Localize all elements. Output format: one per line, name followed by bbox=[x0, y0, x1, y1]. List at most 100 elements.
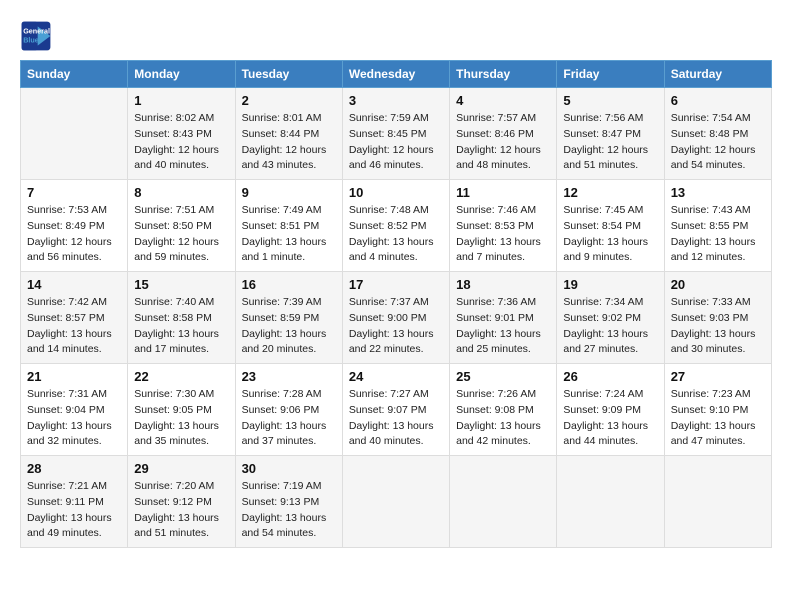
calendar-cell bbox=[664, 456, 771, 548]
day-info: Sunrise: 7:40 AMSunset: 8:58 PMDaylight:… bbox=[134, 295, 228, 358]
calendar-cell: 28 Sunrise: 7:21 AMSunset: 9:11 PMDayligh… bbox=[21, 456, 128, 548]
calendar-cell: 30 Sunrise: 7:19 AMSunset: 9:13 PMDayligh… bbox=[235, 456, 342, 548]
day-number: 18 bbox=[456, 277, 550, 292]
day-info: Sunrise: 7:45 AMSunset: 8:54 PMDaylight:… bbox=[563, 203, 657, 266]
calendar-cell: 15 Sunrise: 7:40 AMSunset: 8:58 PMDayligh… bbox=[128, 272, 235, 364]
day-number: 23 bbox=[242, 369, 336, 384]
weekday-header: Saturday bbox=[664, 61, 771, 88]
calendar-table: SundayMondayTuesdayWednesdayThursdayFrid… bbox=[20, 60, 772, 548]
calendar-cell: 26 Sunrise: 7:24 AMSunset: 9:09 PMDayligh… bbox=[557, 364, 664, 456]
day-info: Sunrise: 7:46 AMSunset: 8:53 PMDaylight:… bbox=[456, 203, 550, 266]
calendar-cell: 23 Sunrise: 7:28 AMSunset: 9:06 PMDayligh… bbox=[235, 364, 342, 456]
svg-text:General: General bbox=[23, 27, 50, 36]
day-info: Sunrise: 7:56 AMSunset: 8:47 PMDaylight:… bbox=[563, 111, 657, 174]
day-info: Sunrise: 7:59 AMSunset: 8:45 PMDaylight:… bbox=[349, 111, 443, 174]
day-info: Sunrise: 7:20 AMSunset: 9:12 PMDaylight:… bbox=[134, 479, 228, 542]
day-number: 30 bbox=[242, 461, 336, 476]
calendar-cell: 18 Sunrise: 7:36 AMSunset: 9:01 PMDayligh… bbox=[450, 272, 557, 364]
day-info: Sunrise: 7:19 AMSunset: 9:13 PMDaylight:… bbox=[242, 479, 336, 542]
day-number: 13 bbox=[671, 185, 765, 200]
day-number: 8 bbox=[134, 185, 228, 200]
day-info: Sunrise: 7:31 AMSunset: 9:04 PMDaylight:… bbox=[27, 387, 121, 450]
calendar-cell: 7 Sunrise: 7:53 AMSunset: 8:49 PMDaylight… bbox=[21, 180, 128, 272]
day-number: 2 bbox=[242, 93, 336, 108]
calendar-cell: 4 Sunrise: 7:57 AMSunset: 8:46 PMDaylight… bbox=[450, 88, 557, 180]
day-number: 16 bbox=[242, 277, 336, 292]
day-number: 14 bbox=[27, 277, 121, 292]
day-number: 22 bbox=[134, 369, 228, 384]
calendar-cell: 8 Sunrise: 7:51 AMSunset: 8:50 PMDaylight… bbox=[128, 180, 235, 272]
day-number: 4 bbox=[456, 93, 550, 108]
calendar-cell: 9 Sunrise: 7:49 AMSunset: 8:51 PMDaylight… bbox=[235, 180, 342, 272]
day-number: 1 bbox=[134, 93, 228, 108]
calendar-cell: 12 Sunrise: 7:45 AMSunset: 8:54 PMDayligh… bbox=[557, 180, 664, 272]
logo: General Blue bbox=[20, 20, 56, 52]
day-number: 26 bbox=[563, 369, 657, 384]
day-info: Sunrise: 7:23 AMSunset: 9:10 PMDaylight:… bbox=[671, 387, 765, 450]
day-info: Sunrise: 8:02 AMSunset: 8:43 PMDaylight:… bbox=[134, 111, 228, 174]
weekday-header: Wednesday bbox=[342, 61, 449, 88]
calendar-cell: 10 Sunrise: 7:48 AMSunset: 8:52 PMDayligh… bbox=[342, 180, 449, 272]
calendar-cell: 5 Sunrise: 7:56 AMSunset: 8:47 PMDaylight… bbox=[557, 88, 664, 180]
day-number: 28 bbox=[27, 461, 121, 476]
day-number: 10 bbox=[349, 185, 443, 200]
calendar-cell: 1 Sunrise: 8:02 AMSunset: 8:43 PMDaylight… bbox=[128, 88, 235, 180]
header: General Blue bbox=[20, 20, 772, 52]
day-info: Sunrise: 7:39 AMSunset: 8:59 PMDaylight:… bbox=[242, 295, 336, 358]
day-number: 17 bbox=[349, 277, 443, 292]
day-number: 5 bbox=[563, 93, 657, 108]
day-number: 12 bbox=[563, 185, 657, 200]
day-number: 9 bbox=[242, 185, 336, 200]
weekday-header: Sunday bbox=[21, 61, 128, 88]
svg-text:Blue: Blue bbox=[23, 35, 39, 44]
day-info: Sunrise: 7:30 AMSunset: 9:05 PMDaylight:… bbox=[134, 387, 228, 450]
day-number: 11 bbox=[456, 185, 550, 200]
calendar-cell: 24Sunrise: 7:27 AMSunset: 9:07 PMDayligh… bbox=[342, 364, 449, 456]
calendar-cell: 21 Sunrise: 7:31 AMSunset: 9:04 PMDayligh… bbox=[21, 364, 128, 456]
day-info: Sunrise: 7:28 AMSunset: 9:06 PMDaylight:… bbox=[242, 387, 336, 450]
day-info: Sunrise: 7:34 AMSunset: 9:02 PMDaylight:… bbox=[563, 295, 657, 358]
day-number: 20 bbox=[671, 277, 765, 292]
day-info: Sunrise: 7:26 AMSunset: 9:08 PMDaylight:… bbox=[456, 387, 550, 450]
day-number: 6 bbox=[671, 93, 765, 108]
day-number: 21 bbox=[27, 369, 121, 384]
weekday-header: Friday bbox=[557, 61, 664, 88]
day-info: Sunrise: 7:37 AMSunset: 9:00 PMDaylight:… bbox=[349, 295, 443, 358]
calendar-cell: 27 Sunrise: 7:23 AMSunset: 9:10 PMDayligh… bbox=[664, 364, 771, 456]
day-info: Sunrise: 7:48 AMSunset: 8:52 PMDaylight:… bbox=[349, 203, 443, 266]
day-info: Sunrise: 7:33 AMSunset: 9:03 PMDaylight:… bbox=[671, 295, 765, 358]
calendar-cell: 16 Sunrise: 7:39 AMSunset: 8:59 PMDayligh… bbox=[235, 272, 342, 364]
calendar-cell: 2Sunrise: 8:01 AMSunset: 8:44 PMDaylight… bbox=[235, 88, 342, 180]
day-info: Sunrise: 7:24 AMSunset: 9:09 PMDaylight:… bbox=[563, 387, 657, 450]
calendar-cell bbox=[21, 88, 128, 180]
calendar-cell: 29 Sunrise: 7:20 AMSunset: 9:12 PMDayligh… bbox=[128, 456, 235, 548]
calendar-cell bbox=[450, 456, 557, 548]
calendar-cell: 3Sunrise: 7:59 AMSunset: 8:45 PMDaylight… bbox=[342, 88, 449, 180]
calendar-cell: 6 Sunrise: 7:54 AMSunset: 8:48 PMDaylight… bbox=[664, 88, 771, 180]
day-number: 27 bbox=[671, 369, 765, 384]
day-info: Sunrise: 7:57 AMSunset: 8:46 PMDaylight:… bbox=[456, 111, 550, 174]
day-info: Sunrise: 7:42 AMSunset: 8:57 PMDaylight:… bbox=[27, 295, 121, 358]
weekday-header: Tuesday bbox=[235, 61, 342, 88]
calendar-cell bbox=[557, 456, 664, 548]
day-info: Sunrise: 7:27 AMSunset: 9:07 PMDaylight:… bbox=[349, 387, 443, 450]
day-number: 19 bbox=[563, 277, 657, 292]
day-info: Sunrise: 7:21 AMSunset: 9:11 PMDaylight:… bbox=[27, 479, 121, 542]
calendar-cell: 13 Sunrise: 7:43 AMSunset: 8:55 PMDayligh… bbox=[664, 180, 771, 272]
day-info: Sunrise: 7:54 AMSunset: 8:48 PMDaylight:… bbox=[671, 111, 765, 174]
weekday-header: Thursday bbox=[450, 61, 557, 88]
day-info: Sunrise: 7:43 AMSunset: 8:55 PMDaylight:… bbox=[671, 203, 765, 266]
logo-icon: General Blue bbox=[20, 20, 52, 52]
day-number: 29 bbox=[134, 461, 228, 476]
day-number: 7 bbox=[27, 185, 121, 200]
day-info: Sunrise: 7:49 AMSunset: 8:51 PMDaylight:… bbox=[242, 203, 336, 266]
day-info: Sunrise: 7:53 AMSunset: 8:49 PMDaylight:… bbox=[27, 203, 121, 266]
calendar-cell: 11 Sunrise: 7:46 AMSunset: 8:53 PMDayligh… bbox=[450, 180, 557, 272]
calendar-cell: 19 Sunrise: 7:34 AMSunset: 9:02 PMDayligh… bbox=[557, 272, 664, 364]
day-info: Sunrise: 7:36 AMSunset: 9:01 PMDaylight:… bbox=[456, 295, 550, 358]
weekday-header: Monday bbox=[128, 61, 235, 88]
day-number: 15 bbox=[134, 277, 228, 292]
day-number: 25 bbox=[456, 369, 550, 384]
calendar-cell: 22 Sunrise: 7:30 AMSunset: 9:05 PMDayligh… bbox=[128, 364, 235, 456]
day-info: Sunrise: 7:51 AMSunset: 8:50 PMDaylight:… bbox=[134, 203, 228, 266]
